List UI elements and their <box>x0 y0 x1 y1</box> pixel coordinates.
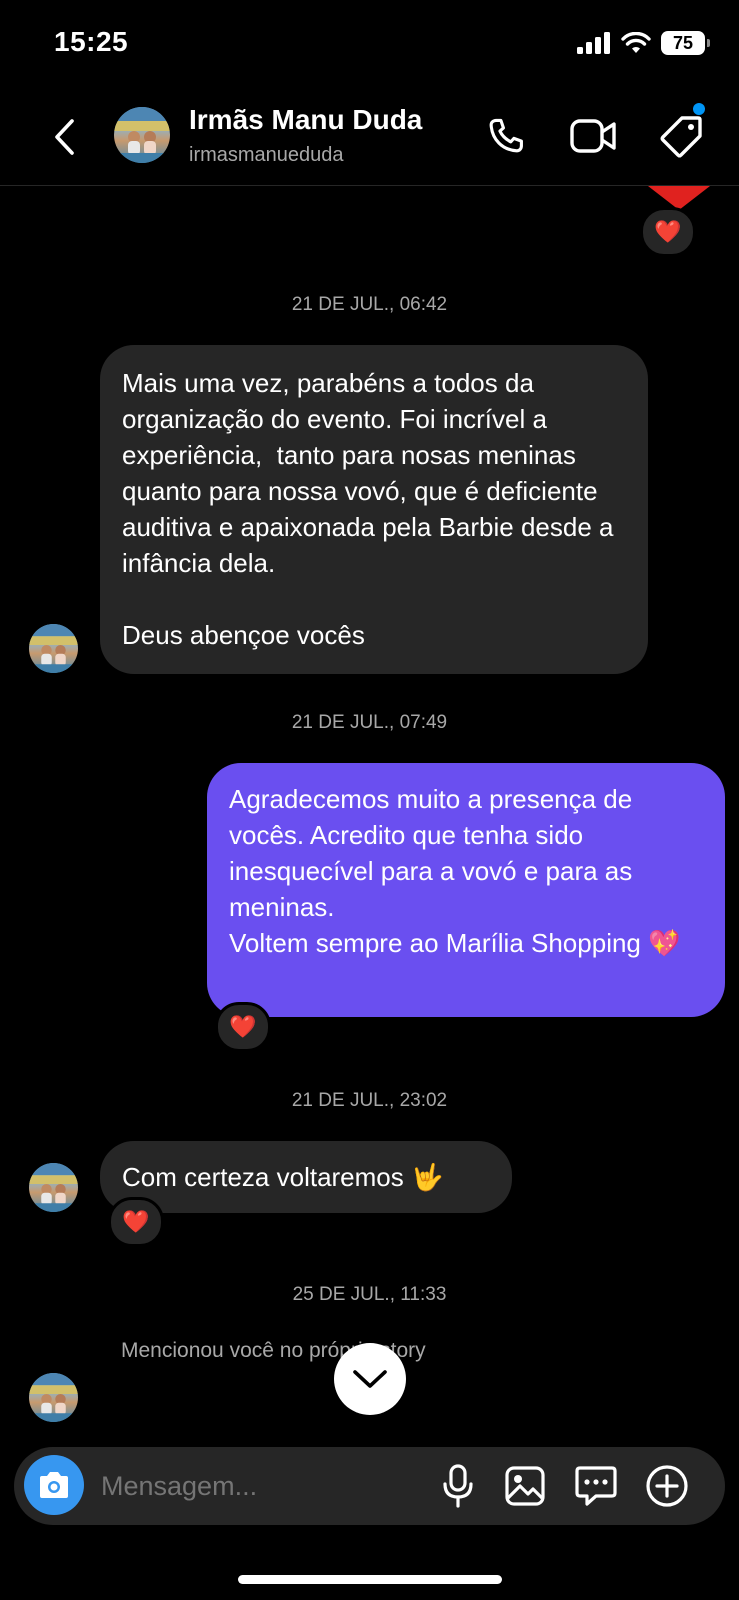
microphone-icon <box>443 1464 473 1508</box>
avatar[interactable] <box>114 107 170 163</box>
status-icons: 75 <box>577 28 710 58</box>
timestamp: 21 DE JUL., 07:49 <box>291 712 448 733</box>
gallery-button[interactable] <box>502 1462 548 1510</box>
sticker-button[interactable] <box>572 1462 620 1510</box>
sender-avatar[interactable] <box>29 1373 78 1422</box>
call-button[interactable] <box>482 112 530 160</box>
contact-handle[interactable]: irmasmanueduda <box>189 144 344 167</box>
plus-circle-icon <box>646 1465 688 1507</box>
camera-button[interactable] <box>24 1455 84 1515</box>
tag-button[interactable] <box>658 112 706 160</box>
wifi-icon <box>621 32 651 53</box>
sender-avatar[interactable] <box>29 1163 78 1212</box>
microphone-button[interactable] <box>436 1462 480 1510</box>
add-button[interactable] <box>643 1462 691 1510</box>
camera-icon <box>40 1472 68 1498</box>
scroll-down-button[interactable] <box>334 1343 406 1415</box>
message-input[interactable] <box>99 1462 423 1510</box>
back-icon <box>55 119 74 155</box>
timestamp: 21 DE JUL., 06:42 <box>291 294 448 315</box>
reaction-heart[interactable]: ❤️ <box>215 1002 271 1052</box>
tag-icon <box>660 116 702 158</box>
home-indicator <box>238 1575 502 1584</box>
back-button[interactable] <box>44 112 84 162</box>
image-icon <box>505 1466 545 1506</box>
status-time: 15:25 <box>54 26 129 57</box>
incoming-message[interactable]: Mais uma vez, parabéns a todos da organi… <box>100 345 648 674</box>
heart-sticker <box>648 186 710 210</box>
video-call-button[interactable] <box>568 112 618 160</box>
signal-icon <box>577 32 610 54</box>
notification-dot <box>693 103 705 115</box>
timestamp: 21 DE JUL., 23:02 <box>291 1090 448 1111</box>
incoming-message[interactable]: Com certeza voltaremos 🤟 <box>100 1141 512 1213</box>
chat-bubble-icon <box>575 1466 617 1506</box>
video-icon <box>570 119 616 153</box>
reaction-heart[interactable]: ❤️ <box>640 207 696 257</box>
outgoing-message[interactable]: Agradecemos muito a presença de vocês. A… <box>207 763 725 1017</box>
battery-icon: 75 <box>661 31 710 55</box>
chevron-down-icon <box>353 1370 387 1388</box>
reaction-heart[interactable]: ❤️ <box>108 1197 164 1247</box>
contact-name[interactable]: Irmãs Manu Duda <box>189 104 422 136</box>
phone-icon <box>489 118 523 153</box>
timestamp: 25 DE JUL., 11:33 <box>292 1284 447 1305</box>
sender-avatar[interactable] <box>29 624 78 673</box>
